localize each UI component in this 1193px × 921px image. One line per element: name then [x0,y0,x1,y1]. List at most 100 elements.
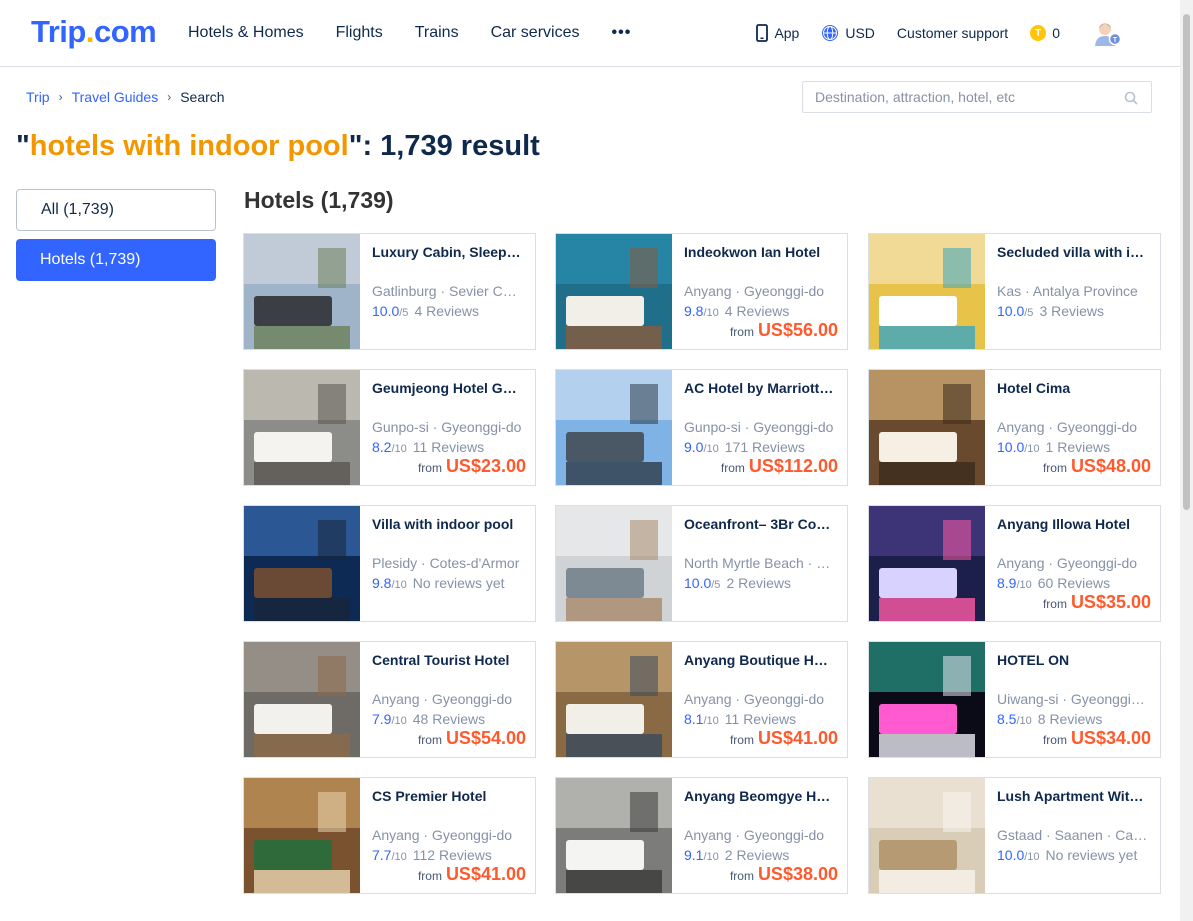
hotel-location: Anyang · Gyeonggi-do [997,555,1138,571]
hotel-name[interactable]: Geumjeong Hotel Gunpo [372,380,524,396]
review-count: 2 Reviews [724,847,790,863]
nav-car-services[interactable]: Car services [491,24,580,42]
rating-score: 9.0 [684,439,704,455]
hotel-price: from US$35.00 [1043,592,1151,613]
hotel-card[interactable]: Lush Apartment With Pool Gstaad · Saanen … [868,777,1161,894]
rating-scale: /10 [703,307,719,319]
more-menu-icon[interactable]: ••• [611,24,631,42]
hotel-rating: 9.8/10 4 Reviews [684,303,844,319]
hotel-name[interactable]: Central Tourist Hotel [372,652,524,668]
rating-score: 10.0 [372,303,400,319]
hotel-photo[interactable] [244,234,360,349]
hotel-card[interactable]: Villa with indoor pool Plesidy · Cotes-d'… [243,505,536,622]
rating-score: 10.0 [997,439,1025,455]
search-input[interactable] [815,89,1115,105]
review-count: 4 Reviews [414,303,480,319]
hotel-name[interactable]: Villa with indoor pool [372,516,524,532]
hotel-info: AC Hotel by Marriott Seoul Gunpo-si · Gye… [684,370,838,485]
hotel-photo[interactable] [556,778,672,893]
review-count: 8 Reviews [1037,711,1103,727]
rating-score: 8.2 [372,439,392,455]
hotel-location: Uiwang-si · Gyeonggi-do [997,691,1149,707]
hotel-name[interactable]: Anyang Boutique Hotel [684,652,836,668]
hotel-photo[interactable] [869,506,985,621]
hotel-card[interactable]: Anyang Beomgye Hotel Anyang · Gyeonggi-do… [555,777,848,894]
trip-coins[interactable]: T 0 [1030,25,1060,41]
price-from-label: from [729,869,754,883]
nav-trains[interactable]: Trains [415,24,459,42]
hotel-name[interactable]: Hotel Cima [997,380,1149,396]
hotel-photo[interactable] [869,234,985,349]
nav-flights[interactable]: Flights [336,24,383,42]
price-amount: US$56.00 [757,320,838,340]
hotel-card[interactable]: Anyang Boutique Hotel Anyang · Gyeonggi-d… [555,641,848,758]
hotel-card[interactable]: HOTEL ON Uiwang-si · Gyeonggi-do 8.5/10 8 R… [868,641,1161,758]
hotel-photo[interactable] [244,642,360,757]
rating-scale: /10 [391,851,407,863]
hotel-rating: 9.0/10 171 Reviews [684,439,844,455]
breadcrumb-travel-guides[interactable]: Travel Guides [72,89,159,105]
hotel-name[interactable]: Secluded villa with indoor pool [997,244,1149,260]
hotel-rating: 8.9/10 60 Reviews [997,575,1157,591]
review-count: 2 Reviews [726,575,792,591]
hotel-photo[interactable] [244,778,360,893]
rating-scale: /10 [1016,579,1032,591]
main-nav: Hotels & Homes Flights Trains Car servic… [188,0,631,66]
hotel-card[interactable]: CS Premier Hotel Anyang · Gyeonggi-do 7.7/… [243,777,536,894]
hotel-card[interactable]: Secluded villa with indoor pool Kas · Ant… [868,233,1161,350]
hotel-name[interactable]: Oceanfront– 3Br Condo [684,516,836,532]
nav-hotels-homes[interactable]: Hotels & Homes [188,24,304,42]
hotel-photo[interactable] [244,370,360,485]
hotel-card[interactable]: Anyang Illowa Hotel Anyang · Gyeonggi-do 8… [868,505,1161,622]
trip-logo[interactable]: Trip.com [31,14,157,50]
scrollbar-thumb[interactable] [1183,14,1190,510]
avatar[interactable]: T [1092,18,1122,48]
hotel-rating: 10.0/5 3 Reviews [997,303,1157,319]
hotel-card[interactable]: Geumjeong Hotel Gunpo Gunpo-si · Gyeonggi… [243,369,536,486]
hotel-photo[interactable] [556,506,672,621]
review-count: 171 Reviews [724,439,805,455]
currency-selector[interactable]: USD [821,24,875,42]
rating-score: 10.0 [997,847,1025,863]
hotel-name[interactable]: Lush Apartment With Pool [997,788,1149,804]
hotel-photo[interactable] [556,642,672,757]
page-scrollbar[interactable] [1180,0,1193,921]
hotel-name[interactable]: Indeokwon Ian Hotel [684,244,836,260]
hotel-card[interactable]: AC Hotel by Marriott Seoul Gunpo-si · Gye… [555,369,848,486]
hotel-name[interactable]: Anyang Illowa Hotel [997,516,1149,532]
hotel-info: Geumjeong Hotel Gunpo Gunpo-si · Gyeonggi… [372,370,526,485]
hotel-card[interactable]: Central Tourist Hotel Anyang · Gyeonggi-d… [243,641,536,758]
hotel-photo[interactable] [869,370,985,485]
hotel-photo[interactable] [869,778,985,893]
hotel-card[interactable]: Indeokwon Ian Hotel Anyang · Gyeonggi-do 9… [555,233,848,350]
hotel-name[interactable]: HOTEL ON [997,652,1149,668]
rating-score: 8.1 [684,711,704,727]
hotel-card[interactable]: Oceanfront– 3Br Condo North Myrtle Beach … [555,505,848,622]
breadcrumb-trip[interactable]: Trip [26,89,50,105]
review-count: 11 Reviews [724,711,797,727]
hotel-photo[interactable] [244,506,360,621]
app-link[interactable]: App [756,24,799,42]
hotel-name[interactable]: Anyang Beomgye Hotel [684,788,836,804]
search-icon[interactable] [1124,91,1138,105]
customer-support-link[interactable]: Customer support [897,25,1008,41]
rating-score: 8.9 [997,575,1017,591]
hotel-photo[interactable] [556,234,672,349]
logo-dot: . [85,14,95,49]
rating-scale: /5 [1024,307,1034,319]
filter-hotels[interactable]: Hotels (1,739) [16,239,216,281]
filter-all[interactable]: All (1,739) [16,189,216,231]
rating-score: 8.5 [997,711,1017,727]
hotel-info: Secluded villa with indoor pool Kas · Ant… [997,234,1151,349]
hotel-card[interactable]: Luxury Cabin, Sleeps 12... Gatlinburg · S… [243,233,536,350]
hotel-photo[interactable] [556,370,672,485]
hotel-name[interactable]: AC Hotel by Marriott Seoul [684,380,836,396]
rating-scale: /5 [399,307,409,319]
hotel-price: from US$41.00 [418,864,526,885]
hotel-card[interactable]: Hotel Cima Anyang · Gyeonggi-do 10.0/10 1 R… [868,369,1161,486]
app-label: App [774,25,800,41]
hotel-name[interactable]: Luxury Cabin, Sleeps 12... [372,244,524,260]
hotel-name[interactable]: CS Premier Hotel [372,788,524,804]
hotel-rating: 8.5/10 8 Reviews [997,711,1157,727]
hotel-photo[interactable] [869,642,985,757]
